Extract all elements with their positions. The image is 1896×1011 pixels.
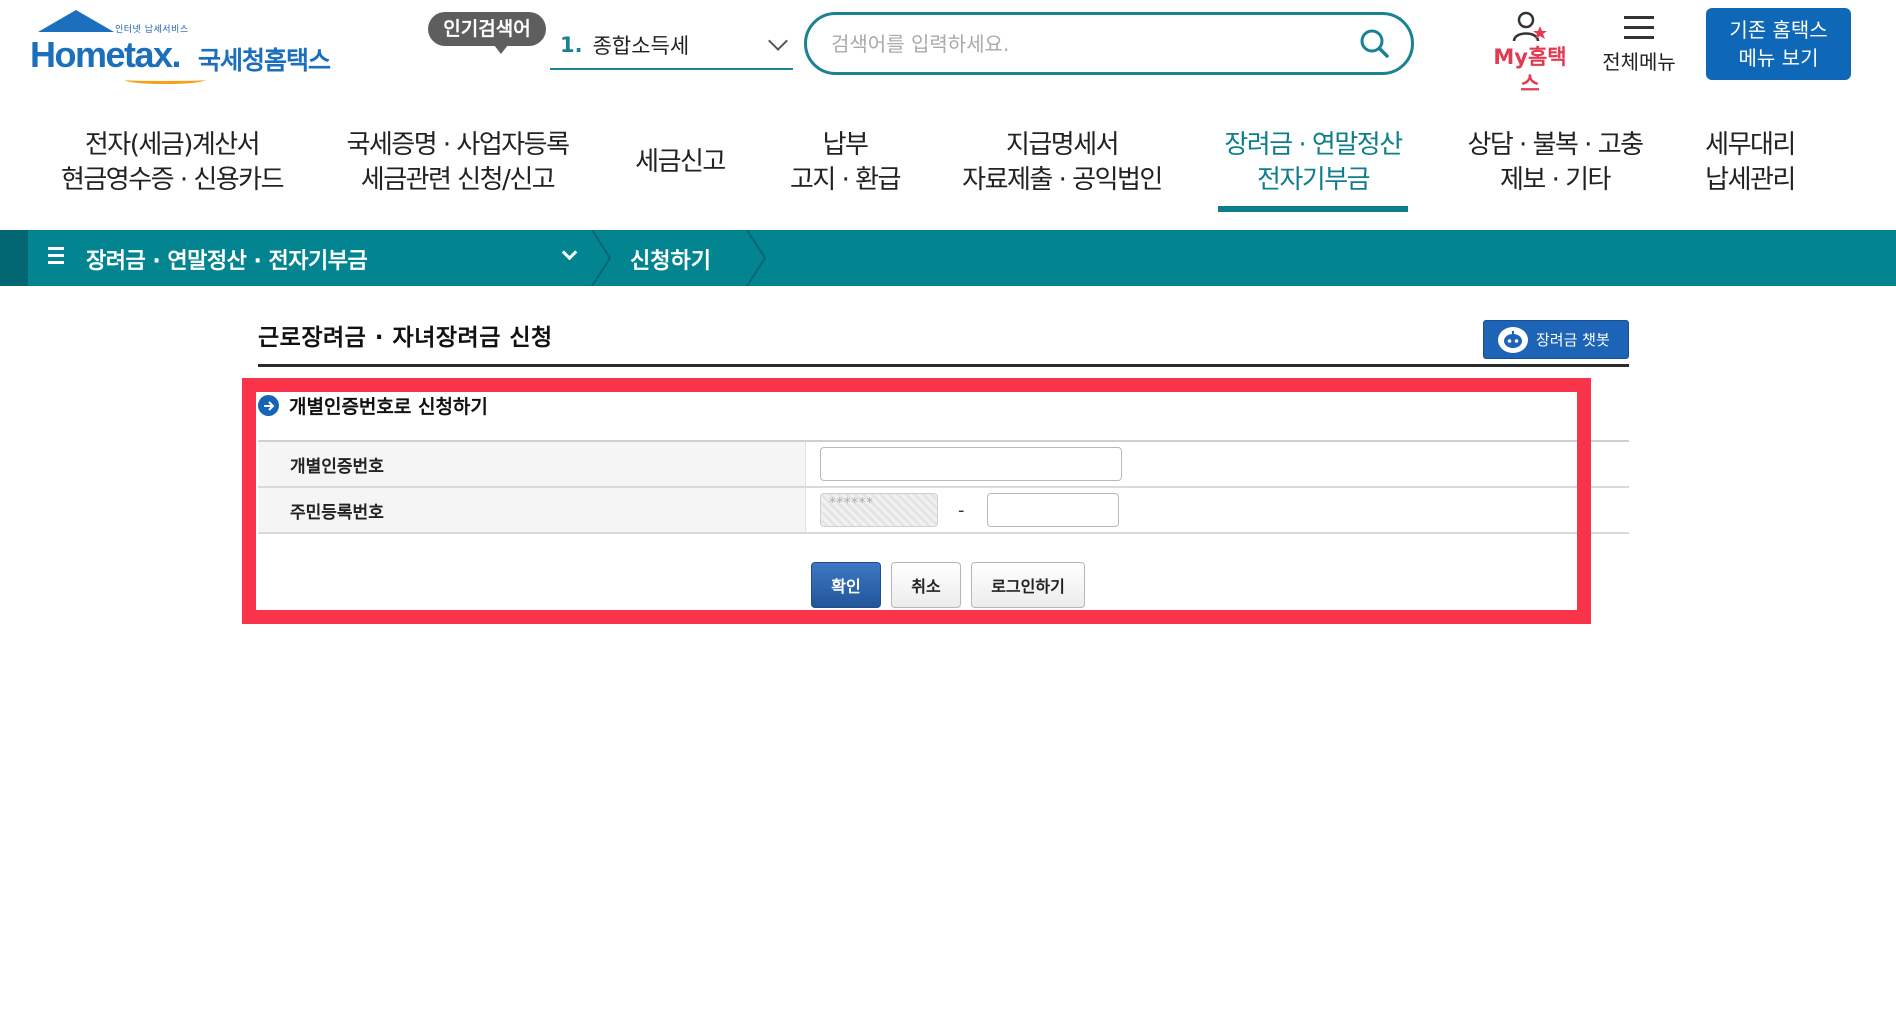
gnb-item-payment[interactable]: 납부 고지 · 환급: [770, 128, 920, 198]
gnb-item-tax-filing[interactable]: 세금신고: [620, 145, 740, 180]
incentive-chatbot-button[interactable]: 장려금 챗봇: [1483, 320, 1629, 359]
search-icon[interactable]: [1359, 28, 1389, 58]
title-divider: [258, 364, 1629, 367]
my-hometax-label: My홈택스: [1493, 45, 1567, 96]
popular-keyword-select[interactable]: 1. 종합소득세: [550, 22, 793, 70]
popular-rank: 1.: [560, 33, 583, 57]
breadcrumb-separator-icon: [591, 230, 612, 286]
login-button[interactable]: 로그인하기: [971, 562, 1085, 608]
arrow-right-circle-icon: [258, 395, 279, 416]
my-hometax-button[interactable]: My홈택스: [1480, 10, 1580, 100]
gnb-item-certificate[interactable]: 국세증명 · 사업자등록 세금관련 신청/신고: [335, 128, 580, 198]
user-star-icon: [1512, 11, 1547, 42]
section-heading: 개별인증번호로 신청하기: [258, 392, 488, 419]
search-bar: [804, 12, 1414, 75]
auth-number-input[interactable]: [820, 447, 1122, 481]
breadcrumb-level2[interactable]: 신청하기: [630, 243, 711, 275]
gnb-item-incentive[interactable]: 장려금 · 연말정산 전자기부금: [1215, 128, 1411, 198]
table-row: 주민등록번호 ****** -: [258, 488, 1629, 534]
chevron-down-icon[interactable]: [561, 244, 578, 261]
menu-list-icon[interactable]: [48, 247, 64, 268]
auth-number-label: 개별인증번호: [258, 442, 806, 486]
gnb-active-indicator: [1218, 206, 1408, 212]
old-hometax-menu-button[interactable]: 기존 홈택스 메뉴 보기: [1706, 8, 1851, 80]
chevron-down-icon: [768, 31, 788, 51]
logo-swoosh-icon: [125, 76, 205, 84]
breadcrumb: 장려금 · 연말정산 · 전자기부금 신청하기: [0, 230, 1896, 286]
auth-form-table: 개별인증번호 주민등록번호 ****** -: [258, 440, 1629, 534]
logo-roof-icon: [38, 10, 114, 32]
logo-wordmark: Hometax.: [30, 34, 182, 75]
form-actions: 확인 취소 로그인하기: [811, 562, 1085, 608]
old-menu-line2: 메뉴 보기: [1738, 46, 1819, 70]
gnb-item-einvoice[interactable]: 전자(세금)계산서 현금영수증 · 신용카드: [52, 128, 292, 198]
cancel-button[interactable]: 취소: [891, 562, 961, 608]
all-menu-button[interactable]: 전체메뉴: [1594, 10, 1684, 75]
hometax-logo[interactable]: 인터넷 납세서비스 Hometax. 국세청홈택스: [30, 10, 340, 85]
rrn-dash: -: [958, 499, 965, 521]
table-row: 개별인증번호: [258, 442, 1629, 488]
global-navigation: 전자(세금)계산서 현금영수증 · 신용카드 국세증명 · 사업자등록 세금관련 신…: [0, 120, 1896, 220]
popular-keyword: 종합소득세: [592, 34, 690, 58]
breadcrumb-level1[interactable]: 장려금 · 연말정산 · 전자기부금: [86, 243, 368, 275]
section-title: 개별인증번호로 신청하기: [289, 396, 488, 418]
page-title: 근로장려금 · 자녀장려금 신청: [258, 325, 553, 351]
gnb-item-consult[interactable]: 상담 · 불복 · 고충 제보 · 기타: [1455, 128, 1655, 198]
old-menu-line1: 기존 홈택스: [1729, 18, 1828, 42]
confirm-button[interactable]: 확인: [811, 562, 881, 608]
chatbot-label: 장려금 챗봇: [1536, 331, 1610, 349]
search-input[interactable]: [831, 27, 1351, 61]
breadcrumb-separator-icon: [746, 230, 767, 286]
logo-korean-name: 국세청홈택스: [198, 46, 331, 75]
gnb-item-tax-agent[interactable]: 세무대리 납세관리: [1690, 128, 1810, 198]
hamburger-icon: [1624, 16, 1654, 39]
rrn-back-input[interactable]: [986, 493, 1119, 527]
all-menu-label: 전체메뉴: [1602, 50, 1676, 74]
popular-search-badge: 인기검색어: [428, 12, 546, 54]
gnb-item-payment-statement[interactable]: 지급명세서 자료제출 · 공익법인: [952, 128, 1172, 198]
rrn-label: 주민등록번호: [258, 488, 806, 532]
rrn-front-input[interactable]: ******: [820, 493, 938, 527]
chatbot-icon: [1498, 326, 1528, 353]
